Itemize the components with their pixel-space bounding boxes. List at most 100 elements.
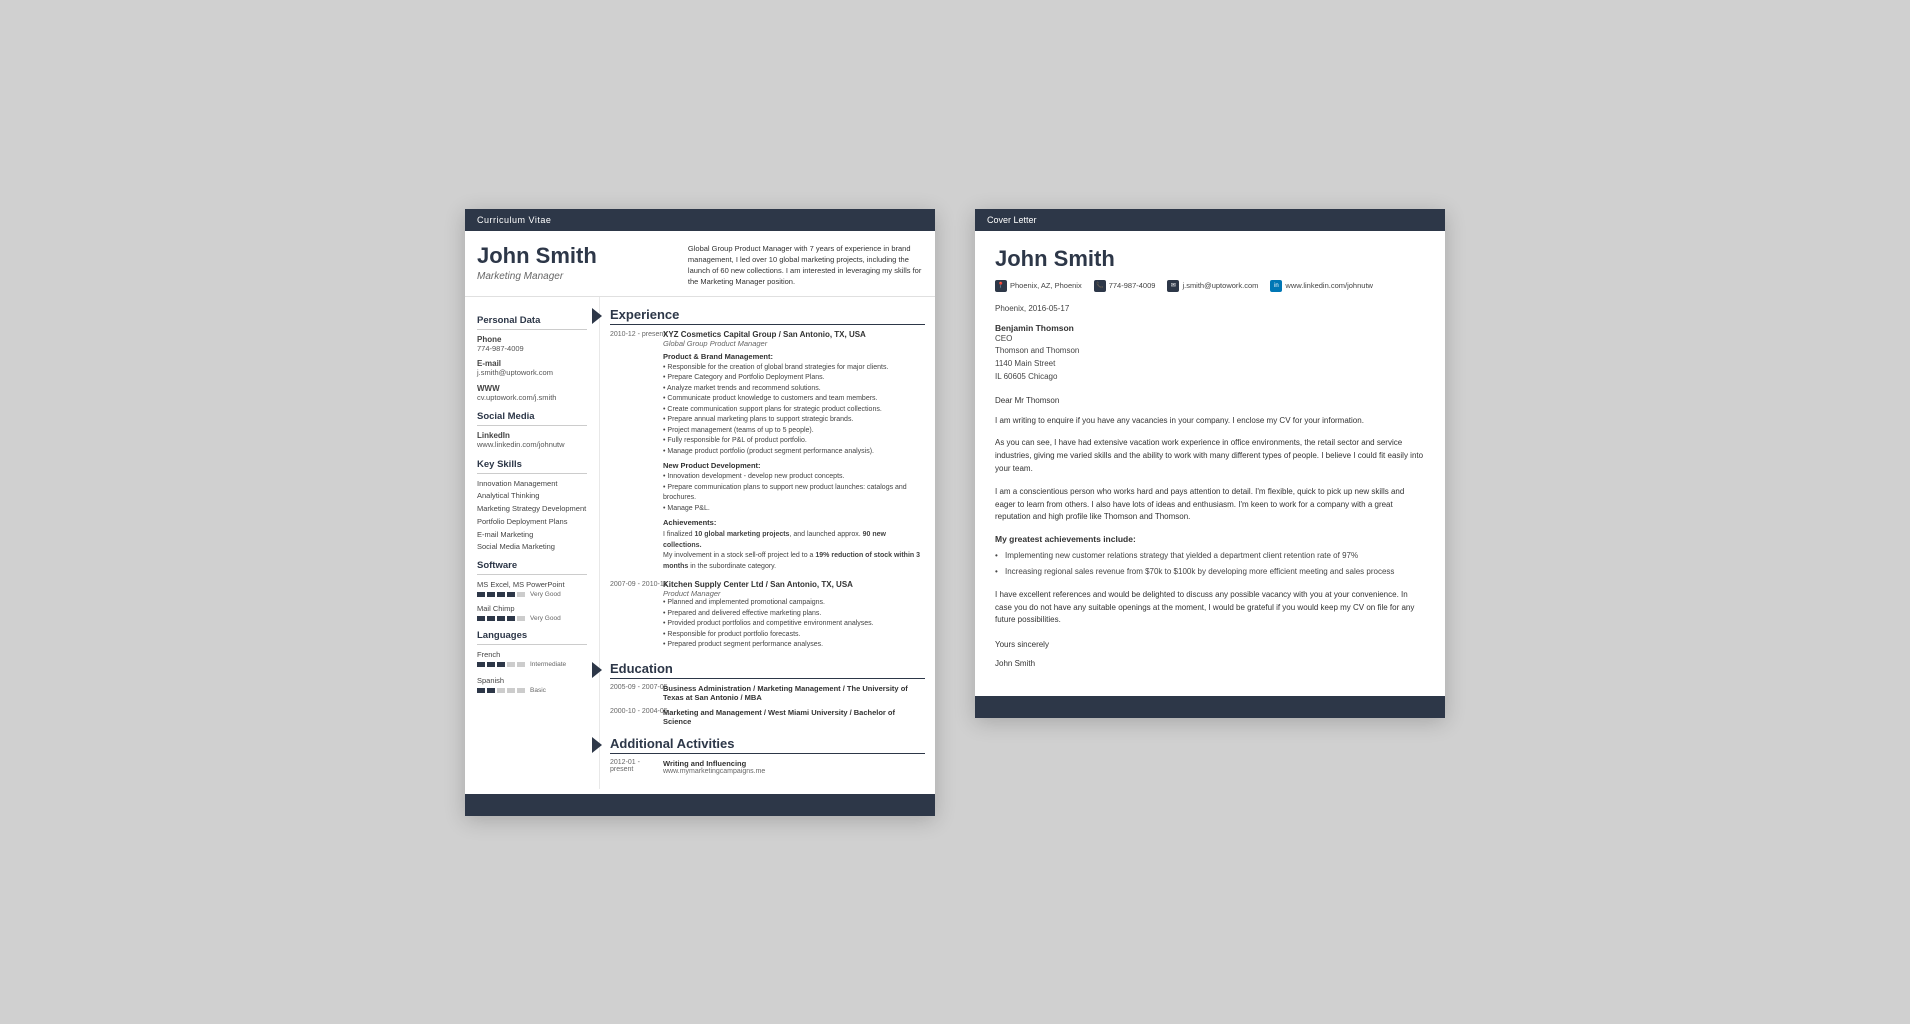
email-icon: ✉	[1167, 280, 1179, 292]
dot	[497, 592, 505, 597]
software-rating-1: Very Good	[477, 591, 587, 598]
cover-letter-document: Cover Letter John Smith 📍 Phoenix, AZ, P…	[975, 209, 1445, 718]
cl-recipient: Benjamin Thomson CEO Thomson and Thomson…	[995, 323, 1425, 384]
exp-company-2: Kitchen Supply Center Ltd / San Antonio,…	[663, 580, 925, 589]
cv-header-label: Curriculum Vitae	[477, 215, 551, 225]
activity-item-1: 2012-01 - present Writing and Influencin…	[610, 759, 925, 775]
lang-rating-1: Intermediate	[477, 661, 587, 668]
edu-content-1: Business Administration / Marketing Mana…	[663, 684, 925, 702]
cl-header-label: Cover Letter	[987, 215, 1037, 225]
contact-location: 📍 Phoenix, AZ, Phoenix	[995, 280, 1082, 292]
dot	[497, 616, 505, 621]
dot	[517, 616, 525, 621]
recipient-role: CEO	[995, 333, 1425, 346]
edu-degree-1: Business Administration / Marketing Mana…	[663, 684, 925, 702]
cl-signature: John Smith	[995, 658, 1425, 671]
cl-closing: I have excellent references and would be…	[995, 589, 1425, 627]
edu-item-1: 2005-09 - 2007-05 Business Administratio…	[610, 684, 925, 702]
activities-title: Additional Activities	[610, 736, 925, 754]
cl-date: Phoenix, 2016-05-17	[995, 304, 1425, 313]
recipient-name: Benjamin Thomson	[995, 323, 1425, 333]
skill-4: Portfolio Deployment Plans	[477, 517, 587, 527]
experience-item-1: 2010-12 - present XYZ Cosmetics Capital …	[610, 330, 925, 573]
dot	[477, 592, 485, 597]
exp-date-1: 2010-12 - present	[610, 330, 655, 573]
cv-main-content: Experience 2010-12 - present XYZ Cosmeti…	[600, 297, 935, 789]
exp-company-1: XYZ Cosmetics Capital Group / San Antoni…	[663, 330, 925, 339]
contact-phone: 📞 774-987-4009	[1094, 280, 1156, 292]
www-label: WWW	[477, 384, 587, 393]
cl-achievements-title: My greatest achievements include:	[995, 534, 1425, 544]
lang-rating-2: Basic	[477, 687, 587, 694]
email-label: E-mail	[477, 359, 587, 368]
exp-content-2: Kitchen Supply Center Ltd / San Antonio,…	[663, 580, 925, 651]
cv-document: Curriculum Vitae John Smith Marketing Ma…	[465, 209, 935, 816]
cl-name: John Smith	[995, 246, 1425, 272]
cl-paragraph-3: I am a conscientious person who works ha…	[995, 486, 1425, 524]
key-skills-title: Key Skills	[477, 459, 587, 474]
edu-degree-2: Marketing and Management / West Miami Un…	[663, 708, 925, 726]
software-name-2: Mail Chimp	[477, 604, 587, 613]
edu-content-2: Marketing and Management / West Miami Un…	[663, 708, 925, 726]
experience-section-header: Experience	[610, 307, 925, 325]
lang-item-2: Spanish Basic	[477, 676, 587, 694]
education-title: Education	[610, 661, 925, 679]
exp-date-2: 2007-09 - 2010-11	[610, 580, 655, 651]
skill-2: Analytical Thinking	[477, 491, 587, 501]
experience-item-2: 2007-09 - 2010-11 Kitchen Supply Center …	[610, 580, 925, 651]
cv-name-section: John Smith Marketing Manager	[477, 243, 673, 288]
act-content-1: Writing and Influencing www.mymarketingc…	[663, 759, 925, 775]
phone-value: 774-987-4009	[477, 344, 587, 355]
edu-date-2: 2000-10 - 2004-05	[610, 708, 655, 726]
dot	[487, 592, 495, 597]
location-icon: 📍	[995, 280, 1007, 292]
lang-rating-label-2: Basic	[530, 687, 546, 694]
lang-name-2: Spanish	[477, 676, 587, 685]
phone-icon: 📞	[1094, 280, 1106, 292]
exp-bullets-1-1: • Responsible for the creation of global…	[663, 363, 925, 458]
act-title-1: Writing and Influencing	[663, 759, 925, 768]
linkedin-icon: in	[1270, 280, 1282, 292]
cv-job-title: Marketing Manager	[477, 271, 673, 282]
cv-sidebar: Personal Data Phone 774-987-4009 E-mail …	[465, 297, 600, 789]
recipient-address: 1140 Main Street	[995, 358, 1425, 371]
exp-subsection-1-2: New Product Development:	[663, 461, 925, 470]
recipient-company: Thomson and Thomson	[995, 345, 1425, 358]
skill-6: Social Media Marketing	[477, 542, 587, 552]
software-item-1: MS Excel, MS PowerPoint Very Good	[477, 580, 587, 598]
cv-full-name: John Smith	[477, 243, 673, 269]
cl-achievement-2: Increasing regional sales revenue from $…	[995, 566, 1425, 579]
experience-arrow	[592, 308, 602, 324]
cv-footer	[465, 794, 935, 816]
lang-item-1: French Intermediate	[477, 650, 587, 668]
linkedin-value: www.linkedin.com/johnutw	[477, 440, 587, 451]
exp-subsection-1-1: Product & Brand Management:	[663, 352, 925, 361]
act-url-1: www.mymarketingcampaigns.me	[663, 768, 925, 775]
linkedin-label: LinkedIn	[477, 431, 587, 440]
lang-rating-label-1: Intermediate	[530, 661, 566, 668]
dot	[507, 616, 515, 621]
education-section-header: Education	[610, 661, 925, 679]
dot	[487, 616, 495, 621]
software-rating-label-1: Very Good	[530, 591, 561, 598]
cl-footer	[975, 696, 1445, 718]
contact-linkedin: in www.linkedin.com/johnutw	[1270, 280, 1373, 292]
contact-email: ✉ j.smith@uptowork.com	[1167, 280, 1258, 292]
education-arrow	[592, 662, 602, 678]
email-value: j.smith@uptowork.com	[477, 368, 587, 379]
www-value: cv.uptowork.com/j.smith	[477, 393, 587, 404]
cl-paragraph-1: I am writing to enquire if you have any …	[995, 415, 1425, 428]
exp-subsection-1-3: Achievements:	[663, 518, 925, 527]
phone-label: Phone	[477, 335, 587, 344]
experience-title: Experience	[610, 307, 925, 325]
dot	[497, 662, 505, 667]
edu-item-2: 2000-10 - 2004-05 Marketing and Manageme…	[610, 708, 925, 726]
social-media-title: Social Media	[477, 411, 587, 426]
exp-bullets-2: • Planned and implemented promotional ca…	[663, 598, 925, 651]
cv-header-bar: Curriculum Vitae	[465, 209, 935, 231]
skill-5: E-mail Marketing	[477, 530, 587, 540]
act-date-1: 2012-01 - present	[610, 759, 655, 775]
cl-body: John Smith 📍 Phoenix, AZ, Phoenix 📞 774-…	[975, 231, 1445, 686]
dot	[517, 592, 525, 597]
dot	[507, 592, 515, 597]
